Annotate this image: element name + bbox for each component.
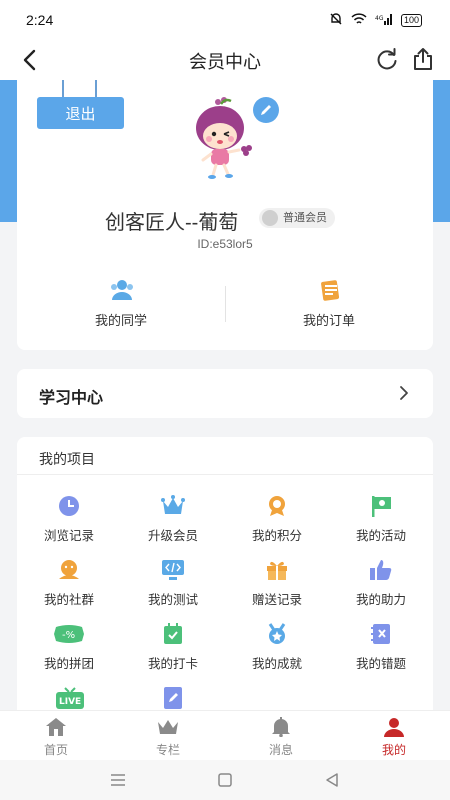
crown-icon	[157, 717, 179, 737]
tab-label: 专栏	[155, 743, 180, 757]
flag-icon	[369, 495, 393, 517]
project-item-achievements[interactable]: 我的成就	[225, 623, 329, 679]
project-item-community[interactable]: 我的社群	[17, 559, 121, 615]
code-icon	[161, 559, 185, 581]
status-icons: 4G 100	[329, 12, 422, 29]
profile-card: 退出 创客匠人--葡萄 普通会员 ID:e53lor5 我的同学 我的订单	[17, 80, 433, 350]
project-item-activities[interactable]: 我的活动	[329, 495, 433, 551]
tab-column[interactable]: 专栏	[112, 715, 224, 759]
project-label: 我的错题	[355, 657, 406, 671]
home-button[interactable]	[215, 770, 235, 790]
bottom-tab-bar: 首页 专栏 消息 我的	[0, 710, 450, 760]
thumbs-up-icon	[369, 559, 393, 581]
project-item-checkin[interactable]: 我的打卡	[121, 623, 225, 679]
menu-icon	[111, 774, 125, 786]
share-icon	[414, 48, 432, 70]
svg-text:4G: 4G	[375, 15, 384, 22]
project-label: 我的助力	[355, 593, 406, 607]
projects-card: 我的项目 浏览记录 升级会员 我的积分 我的活动 我的社群 我的测试 赠送记录 …	[17, 437, 433, 737]
hang-line	[62, 80, 64, 98]
learning-center-row[interactable]: 学习中心	[17, 369, 433, 418]
orders-icon	[317, 278, 343, 302]
edit-profile-button[interactable]	[253, 97, 279, 123]
learning-center-title: 学习中心	[39, 390, 104, 407]
system-navigation-bar	[0, 760, 450, 800]
project-label: 我的测试	[147, 593, 198, 607]
back-nav-button[interactable]	[322, 770, 342, 790]
signal-icon: 4G	[375, 13, 393, 28]
my-orders-button[interactable]: 我的订单	[225, 276, 433, 328]
status-bar: 2:24 4G 100	[0, 0, 450, 40]
logout-button[interactable]: 退出	[37, 97, 124, 129]
project-item-upgrade[interactable]: 升级会员	[121, 495, 225, 551]
classmates-icon	[109, 278, 135, 302]
notes-icon	[161, 687, 185, 709]
tab-messages[interactable]: 消息	[225, 715, 337, 759]
achievement-icon	[265, 623, 289, 645]
hang-line	[95, 80, 97, 98]
project-item-tests[interactable]: 我的测试	[121, 559, 225, 615]
mute-icon	[329, 12, 343, 29]
status-time: 2:24	[26, 12, 54, 28]
svg-text:-%: -%	[62, 630, 75, 641]
discount-icon: -%	[53, 623, 85, 645]
calendar-check-icon	[161, 623, 185, 645]
tab-home[interactable]: 首页	[0, 715, 112, 759]
project-label: 升级会员	[147, 529, 198, 543]
home-icon	[45, 717, 67, 737]
chevron-right-icon	[395, 384, 413, 402]
community-icon	[57, 559, 81, 581]
nav-bar: 会员中心	[0, 40, 450, 80]
project-label: 我的社群	[43, 593, 94, 607]
bell-icon	[270, 717, 292, 738]
project-label: 赠送记录	[251, 593, 302, 607]
divider	[17, 474, 433, 475]
share-button[interactable]	[410, 46, 436, 72]
clock-icon	[57, 495, 81, 517]
heart-icon	[262, 210, 278, 226]
project-item-gifts[interactable]: 赠送记录	[225, 559, 329, 615]
project-item-notes[interactable]	[121, 687, 225, 709]
project-label: 我的成就	[251, 657, 302, 671]
crown-icon	[161, 495, 185, 517]
member-level: 普通会员	[283, 212, 327, 224]
project-item-group-buy[interactable]: -% 我的拼团	[17, 623, 121, 679]
project-item-points[interactable]: 我的积分	[225, 495, 329, 551]
stat-label: 我的订单	[302, 313, 355, 328]
tab-label: 消息	[268, 743, 293, 757]
tab-mine[interactable]: 我的	[338, 715, 450, 759]
project-label: 我的拼团	[43, 657, 94, 671]
wrong-book-icon	[369, 623, 393, 645]
user-name: 创客匠人--葡萄	[105, 212, 239, 234]
project-item-history[interactable]: 浏览记录	[17, 495, 121, 551]
user-id: ID:e53lor5	[197, 237, 253, 251]
live-label: LIVE	[59, 697, 81, 707]
project-label: 浏览记录	[43, 529, 94, 543]
tab-label: 我的	[381, 743, 406, 757]
medal-icon	[265, 495, 289, 517]
gift-icon	[265, 559, 289, 581]
stat-label: 我的同学	[94, 313, 147, 328]
project-label: 我的打卡	[147, 657, 198, 671]
live-icon: LIVE	[55, 687, 85, 709]
tab-label: 首页	[43, 743, 68, 757]
person-icon	[383, 717, 405, 737]
square-icon	[218, 773, 232, 787]
refresh-icon	[377, 48, 397, 70]
project-label: 我的积分	[251, 529, 302, 543]
my-classmates-button[interactable]: 我的同学	[17, 276, 225, 328]
pencil-icon	[261, 105, 271, 115]
member-badge[interactable]: 普通会员	[259, 208, 335, 228]
project-label: 我的活动	[355, 529, 406, 543]
refresh-button[interactable]	[374, 47, 400, 73]
battery-icon: 100	[400, 14, 422, 27]
projects-header: 我的项目	[39, 451, 95, 467]
project-item-live[interactable]: LIVE	[17, 687, 121, 709]
project-item-wrong-answers[interactable]: 我的错题	[329, 623, 433, 679]
triangle-back-icon	[326, 773, 338, 787]
project-item-boost[interactable]: 我的助力	[329, 559, 433, 615]
wifi-icon	[351, 12, 367, 29]
menu-button[interactable]	[108, 770, 128, 790]
